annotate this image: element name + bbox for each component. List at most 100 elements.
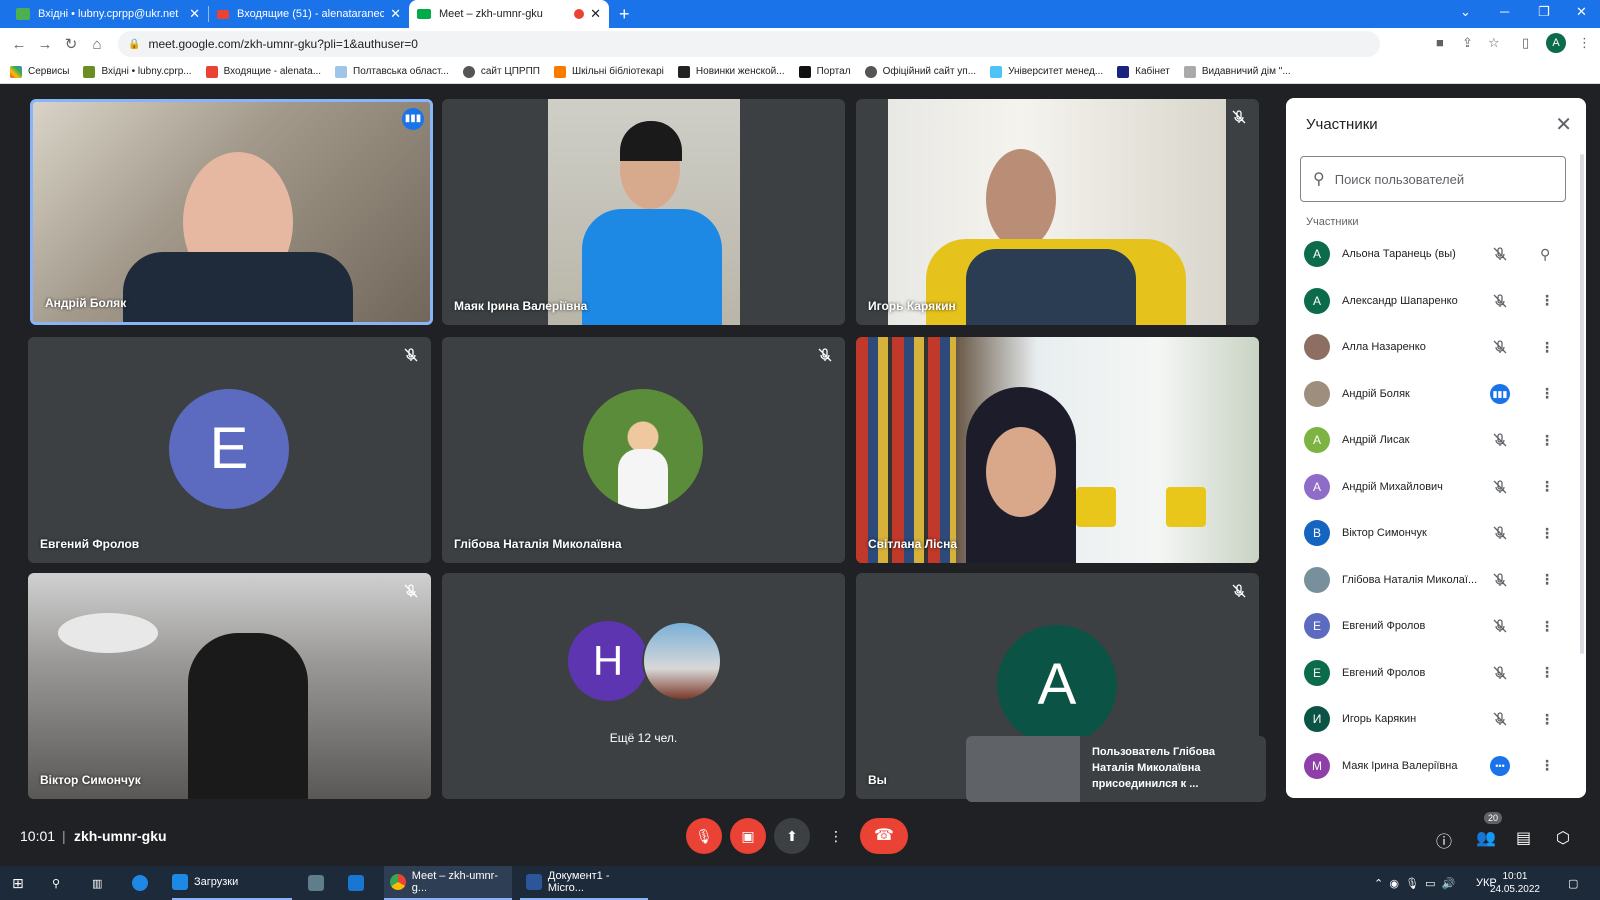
bookmark-apps[interactable]: Сервисы <box>10 65 69 78</box>
bookmark-item[interactable]: Входящие - alenata... <box>205 65 321 78</box>
url-text: meet.google.com/zkh-umnr-gku?pli=1&authu… <box>148 37 418 51</box>
bookmark-label: Офіційний сайт уп... <box>882 66 977 77</box>
bookmark-item[interactable]: Університет менед... <box>990 65 1103 78</box>
end-call-button[interactable]: ☎ <box>860 818 908 854</box>
window-close-button[interactable]: ✕ <box>1576 4 1587 20</box>
taskbar-word[interactable]: Документ1 - Micro... <box>520 866 648 900</box>
people-icon[interactable]: 👥 <box>1476 828 1496 848</box>
avatar <box>642 621 722 701</box>
mail-button[interactable] <box>348 866 370 900</box>
reload-icon[interactable]: ↻ <box>58 35 84 53</box>
participant-row[interactable]: M Маяк Ірина Валеріївна ••• ⋮ <box>1286 743 1586 789</box>
participant-row[interactable]: E Евгений Фролов ⋮ <box>1286 650 1586 696</box>
bookmark-item[interactable]: Вхідні • lubny.cprp... <box>83 65 192 78</box>
bookmark-item[interactable]: Кабінет <box>1117 65 1170 78</box>
back-icon[interactable]: ← <box>6 36 32 53</box>
present-button[interactable]: ⬆ <box>774 818 810 854</box>
tab-ukr-net[interactable]: Вхідні • lubny.cprpp@ukr.net ✕ <box>8 0 208 28</box>
url-field[interactable]: 🔒 meet.google.com/zkh-umnr-gku?pli=1&aut… <box>118 31 1380 57</box>
tab-gmail[interactable]: Входящие (51) - alenataranec20 ✕ <box>209 0 409 28</box>
close-icon[interactable]: ✕ <box>1555 112 1572 137</box>
bookmark-item[interactable]: Шкільні бібліотекарі <box>553 65 664 78</box>
bookmark-item[interactable]: Видавничий дім "... <box>1183 65 1291 78</box>
participant-row[interactable]: B Віктор Симончук ⋮ <box>1286 510 1586 556</box>
participant-row[interactable]: A Александр Шапаренко ⋮ <box>1286 278 1586 324</box>
more-vert-icon[interactable]: ⋮ <box>1540 571 1554 588</box>
store-button[interactable] <box>308 866 330 900</box>
participant-row[interactable]: И Игорь Карякин ⋮ <box>1286 696 1586 742</box>
camera-toggle-button[interactable]: ▣ <box>730 818 766 854</box>
video-tile[interactable]: Игорь Карякин <box>856 99 1259 325</box>
more-vert-icon[interactable]: ⋮ <box>1540 711 1554 728</box>
menu-icon[interactable]: ⋮ <box>1578 35 1591 51</box>
participant-row[interactable]: Глібова Наталія Миколаї... ⋮ <box>1286 557 1586 603</box>
side-panel-icon[interactable]: ▯ <box>1522 35 1529 51</box>
share-icon[interactable]: ⇪ <box>1462 35 1473 51</box>
participant-row[interactable]: Алла Назаренко ⋮ <box>1286 324 1586 370</box>
profile-avatar[interactable]: A <box>1546 33 1566 53</box>
chat-icon[interactable]: ▤ <box>1516 828 1531 848</box>
participant-row[interactable]: Андрій Боляк ▮▮▮ ⋮ <box>1286 371 1586 417</box>
restore-button[interactable]: ❐ <box>1538 4 1550 20</box>
chevron-down-icon[interactable]: ⌄ <box>1460 4 1471 20</box>
more-vert-icon[interactable]: ⋮ <box>1540 292 1554 309</box>
video-tile[interactable]: Маяк Ірина Валеріївна <box>442 99 845 325</box>
more-vert-icon[interactable]: ⋮ <box>1540 664 1554 681</box>
video-tile[interactable]: Глібова Наталія Миколаївна <box>442 337 845 563</box>
webcam-icon: ◉ <box>1389 877 1399 890</box>
info-icon[interactable]: ⓘ <box>1436 828 1452 852</box>
notifications-button[interactable]: ▢ <box>1568 866 1578 900</box>
close-icon[interactable]: ✕ <box>390 6 401 22</box>
bookmark-item[interactable]: Полтавська област... <box>335 65 449 78</box>
start-button[interactable]: ⊞ <box>12 866 24 900</box>
video-tile[interactable]: ▮▮▮ Андрій Боляк <box>30 99 433 325</box>
camera-icon[interactable]: ■ <box>1436 35 1444 50</box>
pin-icon[interactable]: ⚲ <box>1540 246 1550 263</box>
close-icon[interactable]: ✕ <box>189 6 200 22</box>
globe-icon <box>864 65 877 78</box>
bookmark-item[interactable]: сайт ЦПРПП <box>462 65 540 78</box>
search-input[interactable]: ⚲ Поиск пользователей <box>1300 156 1566 202</box>
taskbar-downloads[interactable]: Загрузки <box>172 866 292 900</box>
participant-row[interactable]: A Альона Таранець (вы) ⚲ <box>1286 231 1586 277</box>
mic-toggle-button[interactable]: 🎙 <box>686 818 722 854</box>
new-tab-button[interactable]: + <box>619 4 630 25</box>
more-options-button[interactable]: ⋮ <box>818 818 854 854</box>
activities-icon[interactable]: ⬡ <box>1556 828 1570 848</box>
taskbar-clock[interactable]: 10:01 24.05.2022 <box>1490 870 1540 896</box>
video-tile[interactable]: Віктор Симончук <box>28 573 431 799</box>
close-icon[interactable]: ✕ <box>590 6 601 22</box>
address-bar: ← → ↻ ⌂ 🔒 meet.google.com/zkh-umnr-gku?p… <box>0 28 1600 60</box>
meeting-time: 10:01 <box>20 828 56 844</box>
taskbar-chrome[interactable]: Meet – zkh-umnr-g... <box>384 866 512 900</box>
mic-off-icon: 🎙 <box>695 828 713 844</box>
star-icon[interactable]: ☆ <box>1488 35 1500 51</box>
mic-off-icon <box>1493 665 1507 679</box>
bookmark-item[interactable]: Офіційний сайт уп... <box>864 65 977 78</box>
home-icon[interactable]: ⌂ <box>84 36 110 53</box>
more-vert-icon[interactable]: ⋮ <box>1540 478 1554 495</box>
search-button[interactable]: ⚲ <box>52 866 60 900</box>
edge-button[interactable] <box>132 866 154 900</box>
forward-icon[interactable]: → <box>32 36 58 53</box>
more-vert-icon[interactable]: ⋮ <box>1540 339 1554 356</box>
minimize-button[interactable]: ─ <box>1500 4 1509 19</box>
more-vert-icon[interactable]: ⋮ <box>1540 432 1554 449</box>
more-vert-icon[interactable]: ⋮ <box>1540 618 1554 635</box>
participant-row[interactable]: A Андрій Михайлович ⋮ <box>1286 464 1586 510</box>
participant-row[interactable]: E Евгений Фролов ⋮ <box>1286 603 1586 649</box>
participant-row[interactable]: A Андрій Лисак ⋮ <box>1286 417 1586 463</box>
tab-meet[interactable]: Meet – zkh-umnr-gku ✕ <box>409 0 609 28</box>
task-view-button[interactable]: ▥ <box>92 866 102 900</box>
video-tile[interactable]: Світлана Лісна <box>856 337 1259 563</box>
taskbar-date: 24.05.2022 <box>1489 884 1540 895</box>
bookmark-item[interactable]: Новинки женской... <box>677 65 785 78</box>
video-tile[interactable]: E Евгений Фролов <box>28 337 431 563</box>
bookmark-item[interactable]: Портал <box>798 65 851 78</box>
more-participants-tile[interactable]: Н Ещё 12 чел. <box>442 573 845 799</box>
more-vert-icon[interactable]: ⋮ <box>1540 385 1554 402</box>
more-vert-icon[interactable]: ⋮ <box>1540 757 1554 774</box>
more-vert-icon[interactable]: ⋮ <box>1540 525 1554 542</box>
browser-tab-strip: Вхідні • lubny.cprpp@ukr.net ✕ Входящие … <box>0 0 1600 28</box>
tray-icons[interactable]: ⌃ ◉ 🎙 ▭ 🔊 <box>1374 866 1455 900</box>
